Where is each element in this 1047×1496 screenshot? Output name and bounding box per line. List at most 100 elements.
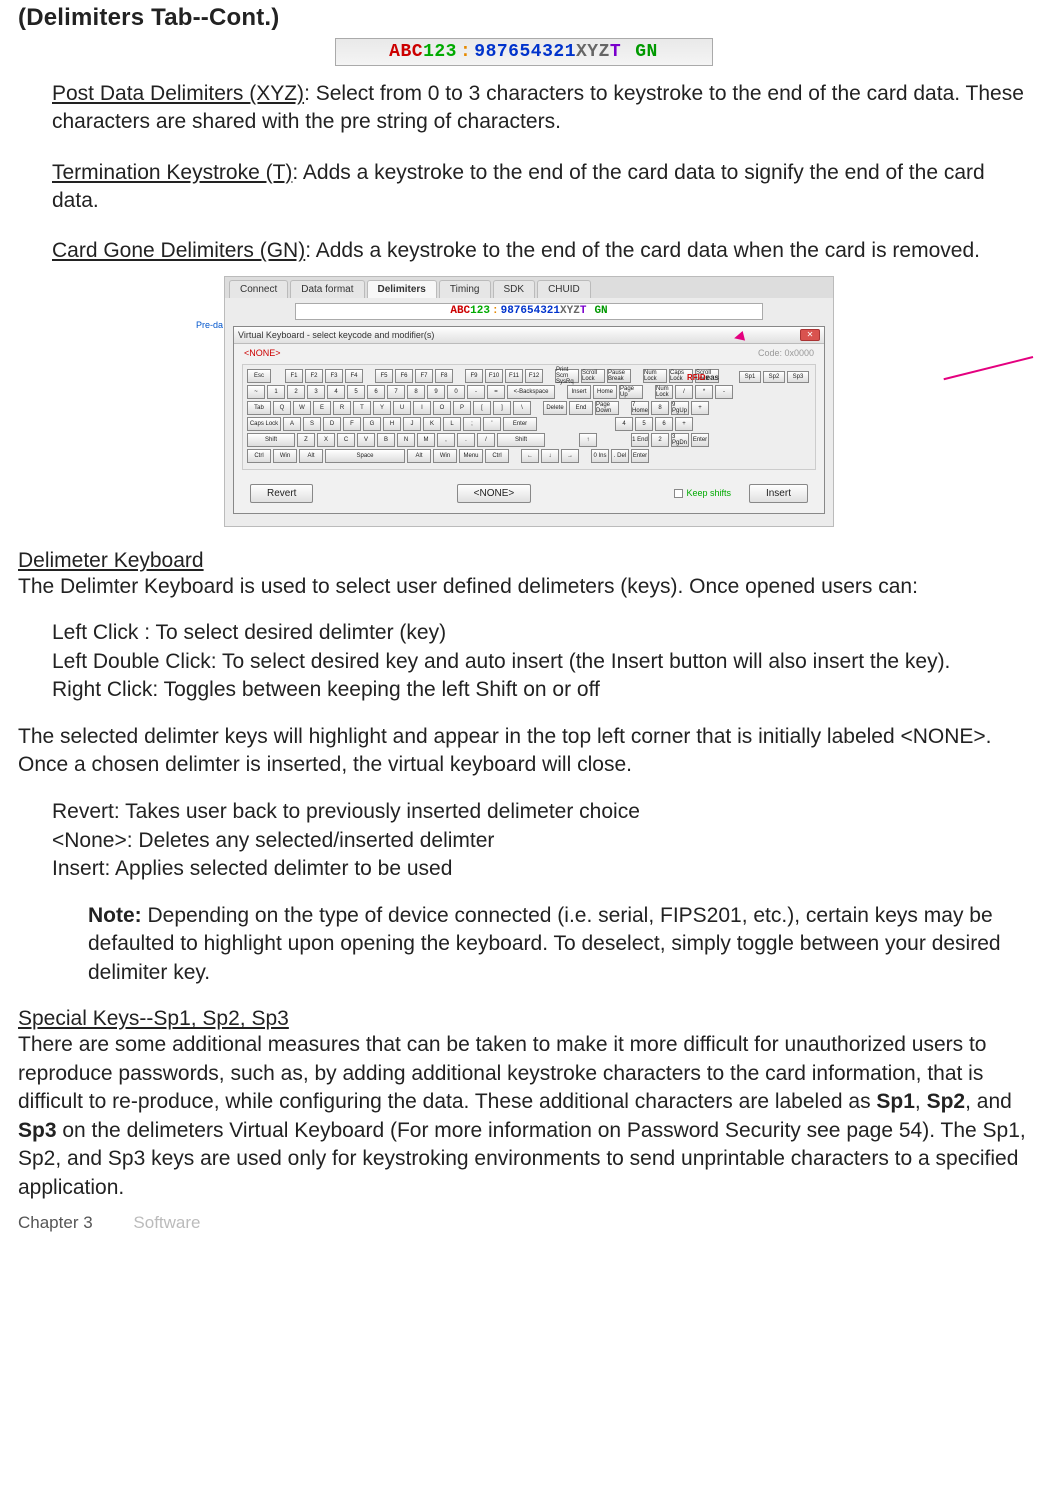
keyboard-key[interactable]: H [383,417,401,431]
keyboard-key[interactable]: Tab [247,401,271,415]
keyboard-key[interactable]: * [695,385,713,399]
keyboard-key[interactable]: Insert [567,385,591,399]
keyboard-key[interactable]: K [423,417,441,431]
keyboard-key[interactable]: F3 [325,369,343,383]
keyboard-key[interactable]: F2 [305,369,323,383]
keyboard-key[interactable]: Page Up [619,385,643,399]
keyboard-key[interactable]: . Del [611,449,629,463]
keyboard-key[interactable]: 5 [635,417,653,431]
keyboard-key[interactable]: End [569,401,593,415]
keyboard-key[interactable]: ← [521,449,539,463]
keyboard-key[interactable]: 9 PgUp [671,401,689,415]
keyboard-key[interactable]: 0 [447,385,465,399]
keyboard-key[interactable]: 7 Home [631,401,649,415]
keyboard-key[interactable]: F10 [485,369,503,383]
keyboard-key[interactable]: F5 [375,369,393,383]
keyboard-key[interactable]: B [377,433,395,447]
keyboard-key[interactable]: Caps Lock [247,417,281,431]
sp2-key[interactable]: Sp2 [763,371,785,383]
tab-chuid[interactable]: CHUID [537,280,591,298]
keyboard-key[interactable]: M [417,433,435,447]
keyboard-key[interactable]: F [343,417,361,431]
keyboard-key[interactable]: Alt [407,449,431,463]
close-icon[interactable]: ✕ [800,329,820,341]
keyboard-key[interactable]: Ctrl [247,449,271,463]
keyboard-key[interactable]: - [467,385,485,399]
keyboard-key[interactable]: Alt [299,449,323,463]
keyboard-key[interactable]: 3 PgDn [671,433,689,447]
keyboard-key[interactable]: W [293,401,311,415]
keyboard-key[interactable]: Shift [247,433,295,447]
keyboard-key[interactable]: F11 [505,369,523,383]
sp1-key[interactable]: Sp1 [739,371,761,383]
tab-connect[interactable]: Connect [229,280,288,298]
keyboard-key[interactable]: <-Backspace [507,385,555,399]
keyboard-key[interactable]: 2 [651,433,669,447]
keyboard-key[interactable]: ~ [247,385,265,399]
keyboard-key[interactable]: 2 [287,385,305,399]
keyboard-key[interactable]: Delete [543,401,567,415]
keyboard-key[interactable]: [ [473,401,491,415]
keyboard-key[interactable]: ↓ [541,449,559,463]
sp3-key[interactable]: Sp3 [787,371,809,383]
keyboard-key[interactable]: Num Lock [655,385,673,399]
keyboard-key[interactable]: \ [513,401,531,415]
keyboard-key[interactable]: Win [433,449,457,463]
keyboard-key[interactable]: T [353,401,371,415]
tab-timing[interactable]: Timing [439,280,491,298]
keep-shifts-checkbox[interactable]: Keep shifts [674,488,731,498]
keyboard-key[interactable]: Win [273,449,297,463]
keyboard-key[interactable]: ; [463,417,481,431]
keyboard-key[interactable]: F8 [435,369,453,383]
keyboard-key[interactable]: 6 [367,385,385,399]
keyboard-key[interactable]: Home [593,385,617,399]
tab-sdk[interactable]: SDK [493,280,536,298]
keyboard-key[interactable]: 3 [307,385,325,399]
keyboard-key[interactable]: G [363,417,381,431]
none-button[interactable]: <NONE> [457,484,532,503]
keyboard-key[interactable]: Y [373,401,391,415]
tab-data-format[interactable]: Data format [290,280,364,298]
keyboard-key[interactable]: Q [273,401,291,415]
keyboard-key[interactable]: R [333,401,351,415]
keyboard-key[interactable]: ] [493,401,511,415]
keyboard-key[interactable]: / [477,433,495,447]
keyboard-key[interactable]: 8 [407,385,425,399]
keyboard-key[interactable]: Page Down [595,401,619,415]
keyboard-key[interactable]: → [561,449,579,463]
keyboard-key[interactable]: E [313,401,331,415]
keyboard-key[interactable]: 1 End [631,433,649,447]
keyboard-key[interactable]: ↑ [579,433,597,447]
keyboard-key[interactable]: C [337,433,355,447]
keyboard-key[interactable]: X [317,433,335,447]
keyboard-key[interactable]: Shift [497,433,545,447]
keyboard-key[interactable]: I [413,401,431,415]
keyboard-key[interactable]: Num Lock [643,369,667,383]
keyboard-key[interactable]: 1 [267,385,285,399]
keyboard-key[interactable]: F6 [395,369,413,383]
keyboard-key[interactable]: + [675,417,693,431]
keyboard-key[interactable]: P [453,401,471,415]
keyboard-key[interactable]: = [487,385,505,399]
keyboard-key[interactable]: Scroll Lock [581,369,605,383]
keyboard-key[interactable]: 4 [327,385,345,399]
keyboard-key[interactable]: S [303,417,321,431]
keyboard-key[interactable]: 4 [615,417,633,431]
keyboard-key[interactable]: Pause Break [607,369,631,383]
keyboard-key[interactable]: + [691,401,709,415]
revert-button[interactable]: Revert [250,484,313,503]
keyboard-key[interactable]: D [323,417,341,431]
keyboard-key[interactable]: / [675,385,693,399]
keyboard-key[interactable]: ' [483,417,501,431]
keyboard-key[interactable]: O [433,401,451,415]
keyboard-key[interactable]: . [457,433,475,447]
keyboard-key[interactable]: 0 Ins [591,449,609,463]
keyboard-key[interactable]: 9 [427,385,445,399]
keyboard-key[interactable]: Z [297,433,315,447]
keyboard-key[interactable]: 5 [347,385,365,399]
keyboard-key[interactable]: - [715,385,733,399]
keyboard-key[interactable]: Enter [631,449,649,463]
keyboard-key[interactable]: 6 [655,417,673,431]
keyboard-key[interactable]: L [443,417,461,431]
keyboard-key[interactable]: F9 [465,369,483,383]
